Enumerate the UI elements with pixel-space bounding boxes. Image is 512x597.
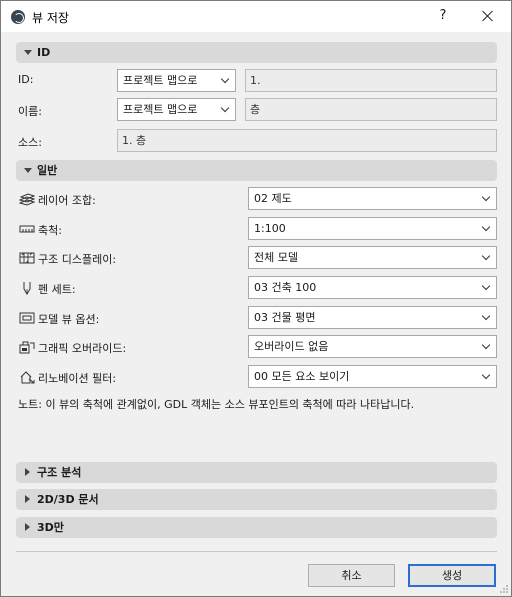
cancel-button[interactable]: 취소 — [308, 564, 395, 587]
renovation-filter-dropdown[interactable]: 00 모든 요소 보이기 — [248, 365, 497, 388]
section-title-general: 일반 — [37, 164, 58, 177]
chevron-down-icon — [481, 251, 491, 261]
name-label: 이름: — [18, 105, 42, 118]
model-view-icon — [19, 312, 35, 324]
dialog-content: ID ID: 프로젝트 맵으로 1. 이름: 프로젝트 맵으로 층 소스: 1.… — [1, 32, 511, 596]
structure-display-value: 전체 모델 — [254, 251, 298, 264]
section-title-id: ID — [37, 46, 51, 59]
footer-divider — [16, 551, 497, 552]
name-source-value: 프로젝트 맵으로 — [123, 103, 198, 116]
scale-value: 1:100 — [254, 222, 286, 235]
source-field: 1. 층 — [117, 129, 497, 152]
renovation-filter-icon — [20, 371, 35, 384]
chevron-down-icon — [481, 340, 491, 350]
graphic-override-icon — [19, 341, 35, 354]
layers-icon — [19, 193, 35, 206]
pen-set-dropdown[interactable]: 03 건축 100 — [248, 276, 497, 299]
help-button[interactable]: ? — [433, 6, 453, 26]
resize-grip-icon[interactable] — [499, 584, 509, 594]
chevron-down-icon — [481, 281, 491, 291]
chevron-down-icon — [481, 192, 491, 202]
section-header-structural-analysis[interactable]: 구조 분석 — [16, 462, 497, 483]
save-view-dialog: 뷰 저장 ? ID ID: 프로젝트 맵으로 1. 이름: 프로젝트 맵으로 층… — [0, 0, 512, 597]
id-field: 1. — [245, 69, 497, 92]
section-header-2d3d-documents[interactable]: 2D/3D 문서 — [16, 489, 497, 510]
section-title-2d3d-documents: 2D/3D 문서 — [37, 493, 99, 506]
name-field: 층 — [245, 98, 497, 121]
section-title-3d-only: 3D만 — [37, 521, 64, 534]
collapse-triangle-icon — [25, 468, 30, 476]
expand-triangle-icon — [24, 168, 32, 173]
chevron-down-icon — [220, 74, 230, 84]
scale-label: 축척: — [38, 224, 62, 237]
model-view-options-dropdown[interactable]: 03 건물 평면 — [248, 306, 497, 329]
close-icon[interactable] — [477, 6, 499, 26]
model-view-options-value: 03 건물 평면 — [254, 311, 316, 324]
layer-combination-value: 02 제도 — [254, 192, 292, 205]
source-label: 소스: — [18, 136, 42, 149]
chevron-down-icon — [220, 103, 230, 113]
section-header-general[interactable]: 일반 — [16, 160, 497, 181]
chevron-down-icon — [481, 311, 491, 321]
scale-dropdown[interactable]: 1:100 — [248, 217, 497, 240]
chevron-down-icon — [481, 370, 491, 380]
chevron-down-icon — [481, 222, 491, 232]
section-title-structural-analysis: 구조 분석 — [37, 466, 82, 479]
section-header-3d-only[interactable]: 3D만 — [16, 517, 497, 538]
structure-display-icon — [19, 252, 35, 264]
layer-combination-dropdown[interactable]: 02 제도 — [248, 187, 497, 210]
gdl-scale-note: 노트: 이 뷰의 축척에 관계없이, GDL 객체는 소스 뷰포인트의 축척에 … — [18, 398, 415, 411]
id-label: ID: — [18, 73, 34, 86]
renovation-filter-value: 00 모든 요소 보이기 — [254, 370, 350, 383]
create-button[interactable]: 생성 — [408, 564, 496, 587]
collapse-triangle-icon — [25, 495, 30, 503]
graphic-override-label: 그래픽 오버라이드: — [38, 342, 127, 355]
section-header-id[interactable]: ID — [16, 42, 497, 63]
structure-display-dropdown[interactable]: 전체 모델 — [248, 246, 497, 269]
graphic-override-dropdown[interactable]: 오버라이드 없음 — [248, 335, 497, 358]
structure-display-label: 구조 디스플레이: — [38, 253, 117, 266]
scale-ruler-icon — [19, 225, 35, 233]
collapse-triangle-icon — [25, 523, 30, 531]
model-view-options-label: 모델 뷰 옵션: — [38, 313, 100, 326]
window-title: 뷰 저장 — [32, 11, 69, 25]
id-source-value: 프로젝트 맵으로 — [123, 74, 198, 87]
id-source-dropdown[interactable]: 프로젝트 맵으로 — [117, 69, 236, 92]
graphic-override-value: 오버라이드 없음 — [254, 340, 329, 353]
expand-triangle-icon — [24, 50, 32, 55]
renovation-filter-label: 리노베이션 필터: — [38, 372, 117, 385]
pen-set-label: 펜 세트: — [38, 283, 76, 296]
layer-combination-label: 레이어 조합: — [38, 194, 96, 207]
pen-set-value: 03 건축 100 — [254, 281, 317, 294]
name-source-dropdown[interactable]: 프로젝트 맵으로 — [117, 98, 236, 121]
title-bar[interactable]: 뷰 저장 ? — [1, 1, 511, 32]
pen-set-icon — [23, 282, 31, 295]
archicad-logo-icon — [11, 10, 25, 24]
